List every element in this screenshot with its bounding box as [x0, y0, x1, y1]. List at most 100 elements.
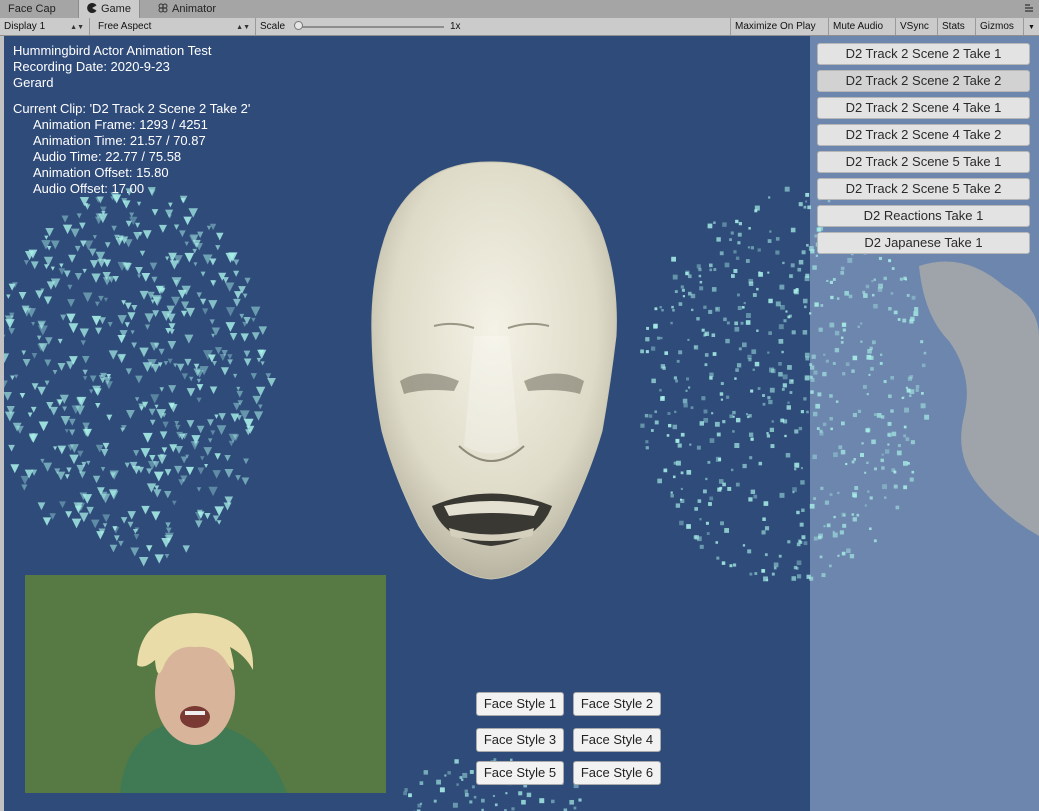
- point-cloud-dot: [746, 415, 750, 419]
- stats-button[interactable]: Stats: [938, 18, 976, 35]
- point-cloud-dot: [258, 404, 263, 410]
- point-cloud-dot: [754, 205, 760, 211]
- point-cloud-dot: [459, 776, 463, 779]
- point-cloud-dot: [57, 363, 66, 371]
- clip-button[interactable]: D2 Track 2 Scene 2 Take 1: [817, 43, 1030, 65]
- clip-button[interactable]: D2 Reactions Take 1: [817, 205, 1030, 227]
- point-cloud-dot: [69, 429, 76, 436]
- point-cloud-dot: [690, 293, 696, 299]
- point-cloud-dot: [851, 460, 855, 464]
- point-cloud-dot: [31, 353, 38, 359]
- point-cloud-dot: [95, 327, 102, 335]
- point-cloud-dot: [711, 333, 716, 337]
- point-cloud-dot: [832, 532, 838, 538]
- point-cloud-dot: [888, 259, 892, 263]
- point-cloud-dot: [909, 319, 914, 324]
- point-cloud-dot: [706, 532, 710, 535]
- actor-name: Gerard: [13, 75, 54, 90]
- point-cloud-dot: [59, 263, 64, 268]
- point-cloud-dot: [769, 427, 775, 433]
- point-cloud-dot: [190, 441, 200, 451]
- editor-tab-bar: Face Cap Game Animator: [0, 0, 1039, 19]
- point-cloud-dot: [207, 419, 214, 427]
- point-cloud-dot: [209, 386, 218, 395]
- point-cloud-dot: [578, 798, 582, 802]
- point-cloud-dot: [726, 321, 730, 325]
- point-cloud-dot: [70, 228, 80, 238]
- point-cloud-dot: [223, 502, 232, 511]
- display-dropdown[interactable]: Display 1 ▲▼: [0, 18, 90, 35]
- clip-button[interactable]: D2 Track 2 Scene 4 Take 1: [817, 97, 1030, 119]
- point-cloud-dot: [860, 453, 864, 457]
- point-cloud-dot: [184, 334, 194, 344]
- point-cloud-dot: [703, 305, 707, 309]
- point-cloud-dot: [784, 434, 787, 438]
- point-cloud-dot: [37, 325, 48, 336]
- gizmos-dropdown[interactable]: ▼: [1024, 18, 1039, 35]
- point-cloud-dot: [902, 318, 907, 323]
- point-cloud-dot: [737, 232, 742, 237]
- point-cloud-dot: [102, 514, 111, 523]
- tab-face-cap[interactable]: Face Cap: [0, 0, 64, 18]
- point-cloud-dot: [232, 402, 241, 411]
- aspect-dropdown[interactable]: Free Aspect ▲▼: [94, 18, 256, 35]
- point-cloud-dot: [815, 403, 821, 409]
- point-cloud-dot: [672, 309, 675, 312]
- clip-button[interactable]: D2 Track 2 Scene 5 Take 2: [817, 178, 1030, 200]
- clip-button[interactable]: D2 Track 2 Scene 4 Take 2: [817, 124, 1030, 146]
- point-cloud-dot: [880, 415, 885, 419]
- face-style-button[interactable]: Face Style 2: [573, 692, 661, 716]
- game-viewport[interactable]: Hummingbird Actor Animation Test Recordi…: [4, 36, 1039, 811]
- point-cloud-dot: [809, 312, 812, 315]
- point-cloud-dot: [766, 579, 769, 582]
- point-cloud-dot: [747, 246, 750, 249]
- point-cloud-dot: [104, 242, 111, 248]
- point-cloud-dot: [158, 224, 167, 233]
- point-cloud-dot: [754, 572, 758, 575]
- point-cloud-dot: [731, 274, 735, 278]
- vsync-button[interactable]: VSync: [896, 18, 938, 35]
- gizmos-button[interactable]: Gizmos: [976, 18, 1024, 35]
- clip-button[interactable]: D2 Track 2 Scene 2 Take 2: [817, 70, 1030, 92]
- face-style-button[interactable]: Face Style 4: [573, 728, 661, 752]
- point-cloud-dot: [60, 416, 71, 426]
- point-cloud-dot: [880, 353, 883, 356]
- point-cloud-dot: [133, 534, 140, 540]
- clip-button[interactable]: D2 Japanese Take 1: [817, 232, 1030, 254]
- point-cloud-dot: [767, 239, 772, 243]
- clip-button[interactable]: D2 Track 2 Scene 5 Take 1: [817, 151, 1030, 173]
- face-style-button[interactable]: Face Style 3: [476, 728, 564, 752]
- point-cloud-dot: [724, 528, 730, 533]
- tab-animator[interactable]: Animator: [150, 0, 224, 18]
- tab-game[interactable]: Game: [78, 0, 140, 18]
- point-cloud-dot: [57, 445, 67, 455]
- mute-audio-button[interactable]: Mute Audio: [829, 18, 896, 35]
- menu-icon[interactable]: [1023, 2, 1035, 14]
- point-cloud-dot: [235, 475, 241, 481]
- point-cloud-dot: [214, 506, 225, 517]
- point-cloud-dot: [135, 375, 143, 384]
- point-cloud-dot: [162, 421, 169, 429]
- point-cloud-dot: [786, 405, 791, 410]
- point-cloud-dot: [644, 413, 649, 418]
- point-cloud-dot: [863, 293, 868, 298]
- point-cloud-dot: [767, 351, 770, 354]
- point-cloud-dot: [845, 362, 850, 367]
- point-cloud-dot: [227, 359, 233, 366]
- maximize-on-play-button[interactable]: Maximize On Play: [730, 18, 829, 35]
- point-cloud-dot: [845, 462, 848, 466]
- face-mesh: [371, 161, 617, 580]
- point-cloud-dot: [100, 448, 109, 457]
- face-style-button[interactable]: Face Style 6: [573, 761, 661, 785]
- point-cloud-dot: [196, 425, 205, 434]
- scale-slider-track[interactable]: [296, 26, 444, 28]
- face-style-button[interactable]: Face Style 1: [476, 692, 564, 716]
- scale-slider-knob[interactable]: [294, 21, 303, 30]
- point-cloud-dot: [130, 547, 140, 557]
- face-style-button[interactable]: Face Style 5: [476, 761, 564, 785]
- point-cloud-dot: [120, 517, 128, 524]
- point-cloud-dot: [193, 363, 200, 370]
- point-cloud-dot: [229, 333, 238, 341]
- point-cloud-dot: [111, 225, 117, 232]
- point-cloud-dot: [179, 195, 188, 204]
